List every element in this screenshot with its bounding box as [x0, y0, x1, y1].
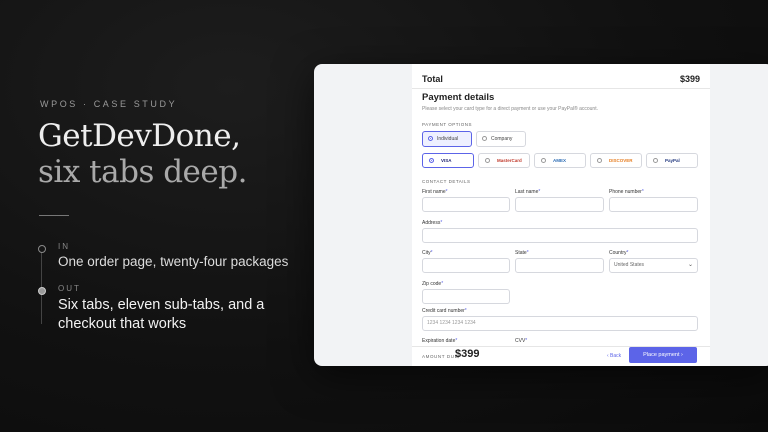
zip-label: Zip code*	[422, 281, 444, 287]
timeline-dot-out	[38, 287, 46, 295]
checkout-window: Total $399 Payment details Please select…	[314, 64, 768, 366]
checkout-footer: AMOUNT DUE $399 ‹ Back Place payment ›	[412, 346, 710, 366]
radio-icon	[541, 158, 546, 163]
card-paypal[interactable]: PayPal	[646, 153, 698, 168]
expiration-label: Expiration date*	[422, 338, 458, 344]
checkout-panel: Total $399 Payment details Please select…	[412, 64, 710, 366]
state-label: State*	[515, 250, 529, 256]
radio-icon	[485, 158, 490, 163]
option-label: Individual	[437, 136, 459, 142]
card-visa[interactable]: VISA	[422, 153, 474, 168]
radio-icon	[482, 136, 487, 141]
option-company[interactable]: Company	[476, 131, 526, 147]
cvv-label: CVV*	[515, 338, 528, 344]
chevron-down-icon: ⌄	[687, 262, 693, 268]
in-label: IN	[58, 242, 70, 251]
last-name-label: Last name*	[515, 189, 541, 195]
zip-field[interactable]	[422, 289, 510, 304]
in-text: One order page, twenty-four packages	[58, 254, 289, 269]
card-label: PayPal	[665, 158, 680, 163]
city-label: City*	[422, 250, 433, 256]
card-number-field[interactable]: 1234 1234 1234 1234	[422, 316, 698, 331]
payment-title: Payment details	[422, 92, 495, 103]
first-name-field[interactable]	[422, 197, 510, 212]
card-discover[interactable]: DISCOVER	[590, 153, 642, 168]
amount-due-value: $399	[455, 348, 480, 360]
country-label: Country*	[609, 250, 629, 256]
phone-label: Phone number*	[609, 189, 644, 195]
radio-icon	[429, 158, 434, 163]
option-individual[interactable]: Individual	[422, 131, 472, 147]
total-value: $399	[679, 74, 700, 84]
divider	[39, 215, 69, 216]
state-field[interactable]	[515, 258, 604, 273]
country-select[interactable]: United States ⌄	[609, 258, 698, 273]
address-field[interactable]	[422, 228, 698, 243]
card-label: MasterCard	[497, 158, 522, 163]
payment-options-label: PAYMENT OPTIONS	[422, 122, 473, 127]
total-row: Total $399	[422, 74, 700, 84]
amount-due-label: AMOUNT DUE	[422, 354, 459, 359]
contact-details-label: CONTACT DETAILS	[422, 179, 471, 184]
out-label: OUT	[58, 284, 81, 293]
radio-icon	[653, 158, 658, 163]
card-amex[interactable]: AMEX	[534, 153, 586, 168]
card-label: VISA	[441, 158, 452, 163]
address-label: Address*	[422, 220, 443, 226]
card-label: AMEX	[553, 158, 567, 163]
card-mastercard[interactable]: MasterCard	[478, 153, 530, 168]
card-label: DISCOVER	[609, 158, 633, 163]
option-label: Company	[491, 136, 513, 142]
radio-icon	[428, 136, 433, 141]
payment-subtitle: Please select your card type for a direc…	[422, 106, 598, 112]
hero-title-line2: six tabs deep.	[38, 154, 247, 190]
timeline-dot-in	[38, 245, 46, 253]
card-number-label: Credit card number*	[422, 308, 467, 314]
first-name-label: First name*	[422, 189, 448, 195]
hero-title: GetDevDone, six tabs deep.	[38, 118, 247, 190]
hero-title-line1: GetDevDone,	[38, 118, 241, 154]
out-text: Six tabs, eleven sub-tabs, and a checkou…	[58, 297, 265, 332]
hero-eyebrow: WPOS · CASE STUDY	[40, 99, 178, 109]
total-label: Total	[422, 74, 443, 84]
separator	[412, 88, 710, 89]
phone-field[interactable]	[609, 197, 698, 212]
city-field[interactable]	[422, 258, 510, 273]
last-name-field[interactable]	[515, 197, 604, 212]
place-payment-button[interactable]: Place payment ›	[629, 347, 697, 363]
back-button[interactable]: ‹ Back	[607, 353, 621, 359]
radio-icon	[597, 158, 602, 163]
